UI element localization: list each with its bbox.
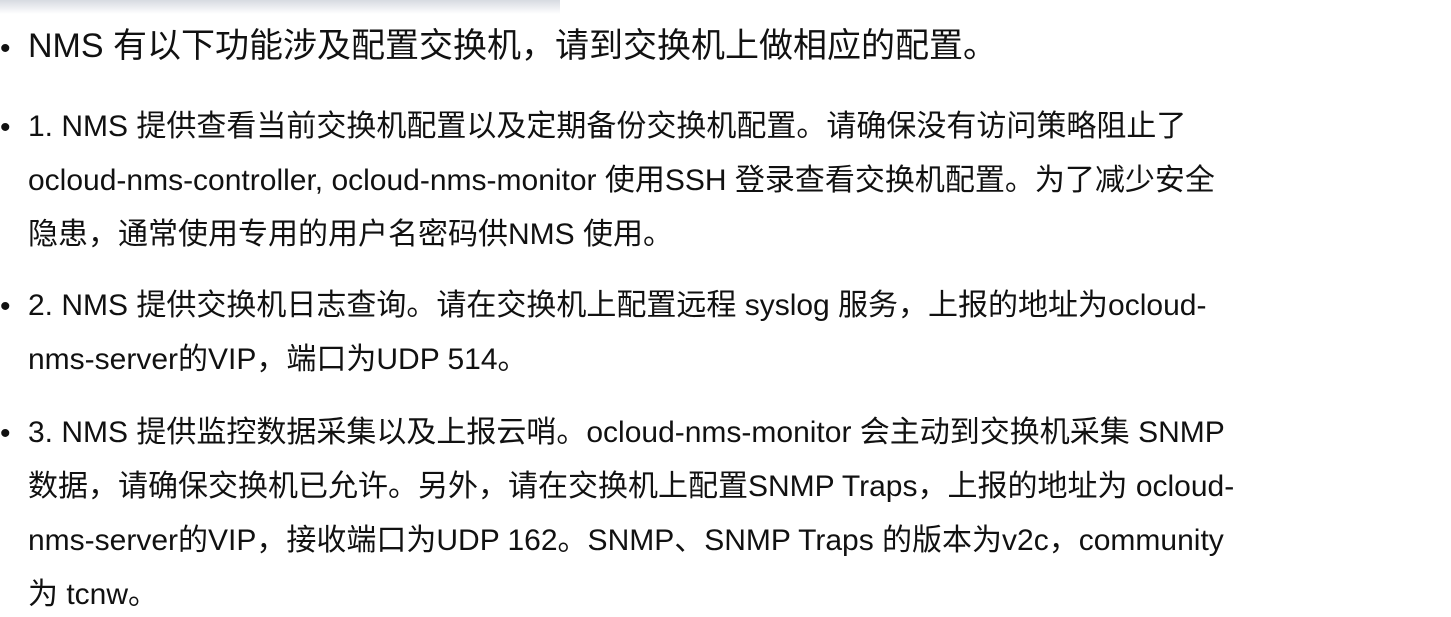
list-item-1-line-2: ocloud-nms-controller, ocloud-nms-monito… [28,164,1215,197]
bullet-marker: • [0,290,11,323]
list-item-1-line-1: 1. NMS 提供查看当前交换机配置以及定期备份交换机配置。请确保没有访问策略阻… [28,110,1187,143]
list-item-3-line-3: nms-server的VIP，接收端口为UDP 162。SNMP、SNMP Tr… [28,524,1224,557]
list-item-3-line-4: 为 tcnw。 [28,578,159,611]
list-item-3-line-2: 数据，请确保交换机已允许。另外，请在交换机上配置SNMP Traps，上报的地址… [28,470,1235,503]
bullet-marker: • [0,32,11,65]
list-item-2-line-1: 2. NMS 提供交换机日志查询。请在交换机上配置远程 syslog 服务，上报… [28,289,1207,322]
list-item-1-line-3: 隐患，通常使用专用的用户名密码供NMS 使用。 [28,218,673,251]
list-item-1: 1. NMS 提供查看当前交换机配置以及定期备份交换机配置。请确保没有访问策略阻… [28,100,1438,262]
bullet-marker: • [0,111,11,144]
list-item-2-line-2: nms-server的VIP，端口为UDP 514。 [28,343,528,376]
slide: • NMS 有以下功能涉及配置交换机，请到交换机上做相应的配置。 • 1. NM… [0,0,1451,617]
list-item-3: 3. NMS 提供监控数据采集以及上报云哨。ocloud-nms-monitor… [28,406,1438,617]
bullet-marker: • [0,417,11,450]
list-item-3-line-1: 3. NMS 提供监控数据采集以及上报云哨。ocloud-nms-monitor… [28,416,1225,449]
heading-text: NMS 有以下功能涉及配置交换机，请到交换机上做相应的配置。 [28,27,997,65]
cropped-title-remnant [0,0,560,14]
list-item-2: 2. NMS 提供交换机日志查询。请在交换机上配置远程 syslog 服务，上报… [28,279,1438,387]
